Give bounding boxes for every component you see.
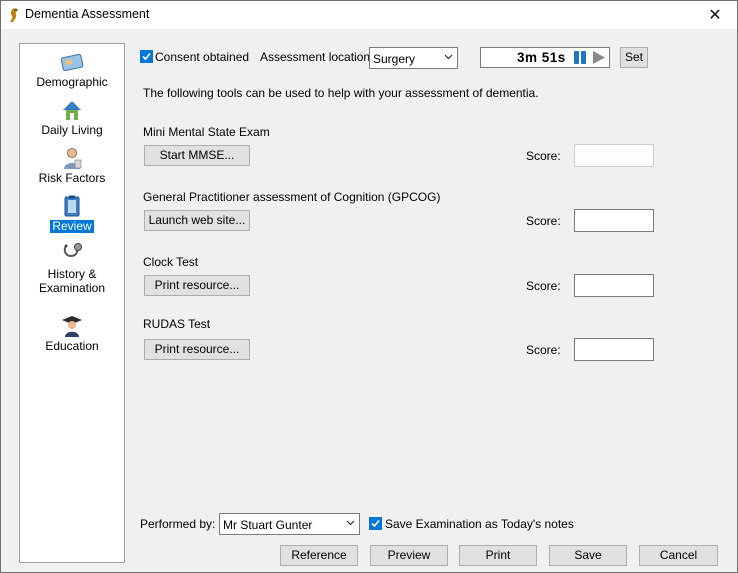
- sidebar-item-education[interactable]: Education: [20, 314, 124, 353]
- close-button[interactable]: ✕: [693, 1, 737, 29]
- play-icon[interactable]: [591, 50, 606, 65]
- tool-title-clock-test: Clock Test: [143, 255, 199, 269]
- card-icon: [60, 53, 84, 72]
- app-logo-icon: [10, 8, 18, 22]
- title-bar: Dementia Assessment ✕: [1, 1, 737, 29]
- rudas-score-field[interactable]: [574, 338, 654, 361]
- tool-title-gpcog: General Practitioner assessment of Cogni…: [143, 190, 441, 204]
- performed-by-label: Performed by:: [140, 517, 216, 531]
- sidebar-item-daily-living[interactable]: Daily Living: [20, 98, 124, 137]
- score-label: Score:: [526, 279, 561, 293]
- print-rudas-resource-button[interactable]: Print resource...: [144, 339, 250, 360]
- tool-title-mmse: Mini Mental State Exam: [143, 125, 270, 139]
- sidebar-item-review[interactable]: Review: [20, 194, 124, 233]
- sidebar-item-label: Education: [45, 339, 99, 353]
- sidebar-item-demographic[interactable]: Demographic: [20, 50, 124, 89]
- print-button[interactable]: Print: [459, 545, 537, 566]
- tool-title-rudas: RUDAS Test: [143, 317, 211, 331]
- check-icon: [142, 52, 151, 61]
- sidebar-item-risk-factors[interactable]: Risk Factors: [20, 146, 124, 185]
- performed-by-select[interactable]: Mr Stuart Gunter: [219, 513, 360, 535]
- sidebar-item-label: Review: [50, 219, 94, 233]
- location-label: Assessment location:: [260, 50, 374, 64]
- intro-text: The following tools can be used to help …: [143, 86, 539, 100]
- reference-button[interactable]: Reference: [280, 545, 358, 566]
- print-clock-resource-button[interactable]: Print resource...: [144, 275, 250, 296]
- check-icon: [371, 519, 380, 528]
- window-title: Dementia Assessment: [25, 7, 150, 21]
- sidebar-item-label-line2: Examination: [38, 281, 106, 295]
- score-label: Score:: [526, 214, 561, 228]
- location-select[interactable]: Surgery: [369, 47, 458, 69]
- timer-value: 3m 51s: [517, 50, 566, 65]
- launch-website-button[interactable]: Launch web site...: [144, 210, 250, 231]
- save-notes-label[interactable]: Save Examination as Today's notes: [385, 517, 574, 531]
- person-icon: [64, 148, 82, 169]
- location-value: Surgery: [373, 52, 416, 66]
- stethoscope-icon: [63, 243, 82, 258]
- dialog-window: Dementia Assessment ✕ Demographic Daily …: [0, 0, 738, 573]
- sidebar-item-label: Daily Living: [41, 123, 103, 137]
- close-icon: ✕: [708, 7, 722, 24]
- chevron-down-icon: [346, 520, 355, 526]
- mmse-score-field: [574, 144, 654, 167]
- save-notes-checkbox[interactable]: [369, 517, 382, 530]
- sidebar-item-label: History &: [47, 267, 97, 281]
- timer-display: 3m 51s: [480, 47, 610, 68]
- gpcog-score-field[interactable]: [574, 209, 654, 232]
- sidebar-item-label: Risk Factors: [38, 171, 106, 185]
- sidebar-item-label: Demographic: [36, 75, 108, 89]
- score-label: Score:: [526, 343, 561, 357]
- start-mmse-button[interactable]: Start MMSE...: [144, 145, 250, 166]
- sidebar-item-history-examination[interactable]: History & Examination: [20, 242, 124, 295]
- save-button[interactable]: Save: [549, 545, 627, 566]
- performed-by-value: Mr Stuart Gunter: [223, 518, 313, 532]
- consent-checkbox[interactable]: [140, 50, 153, 63]
- cancel-button[interactable]: Cancel: [639, 545, 718, 566]
- chevron-down-icon: [444, 54, 453, 60]
- pause-icon[interactable]: [573, 50, 587, 65]
- preview-button[interactable]: Preview: [370, 545, 448, 566]
- consent-label[interactable]: Consent obtained: [155, 50, 249, 64]
- set-timer-button[interactable]: Set: [620, 47, 648, 68]
- house-icon: [63, 101, 81, 120]
- clipboard-icon: [64, 195, 80, 217]
- score-label: Score:: [526, 149, 561, 163]
- sidebar: Demographic Daily Living Risk Factors Re…: [19, 43, 125, 563]
- clock-score-field[interactable]: [574, 274, 654, 297]
- graduate-icon: [62, 316, 82, 337]
